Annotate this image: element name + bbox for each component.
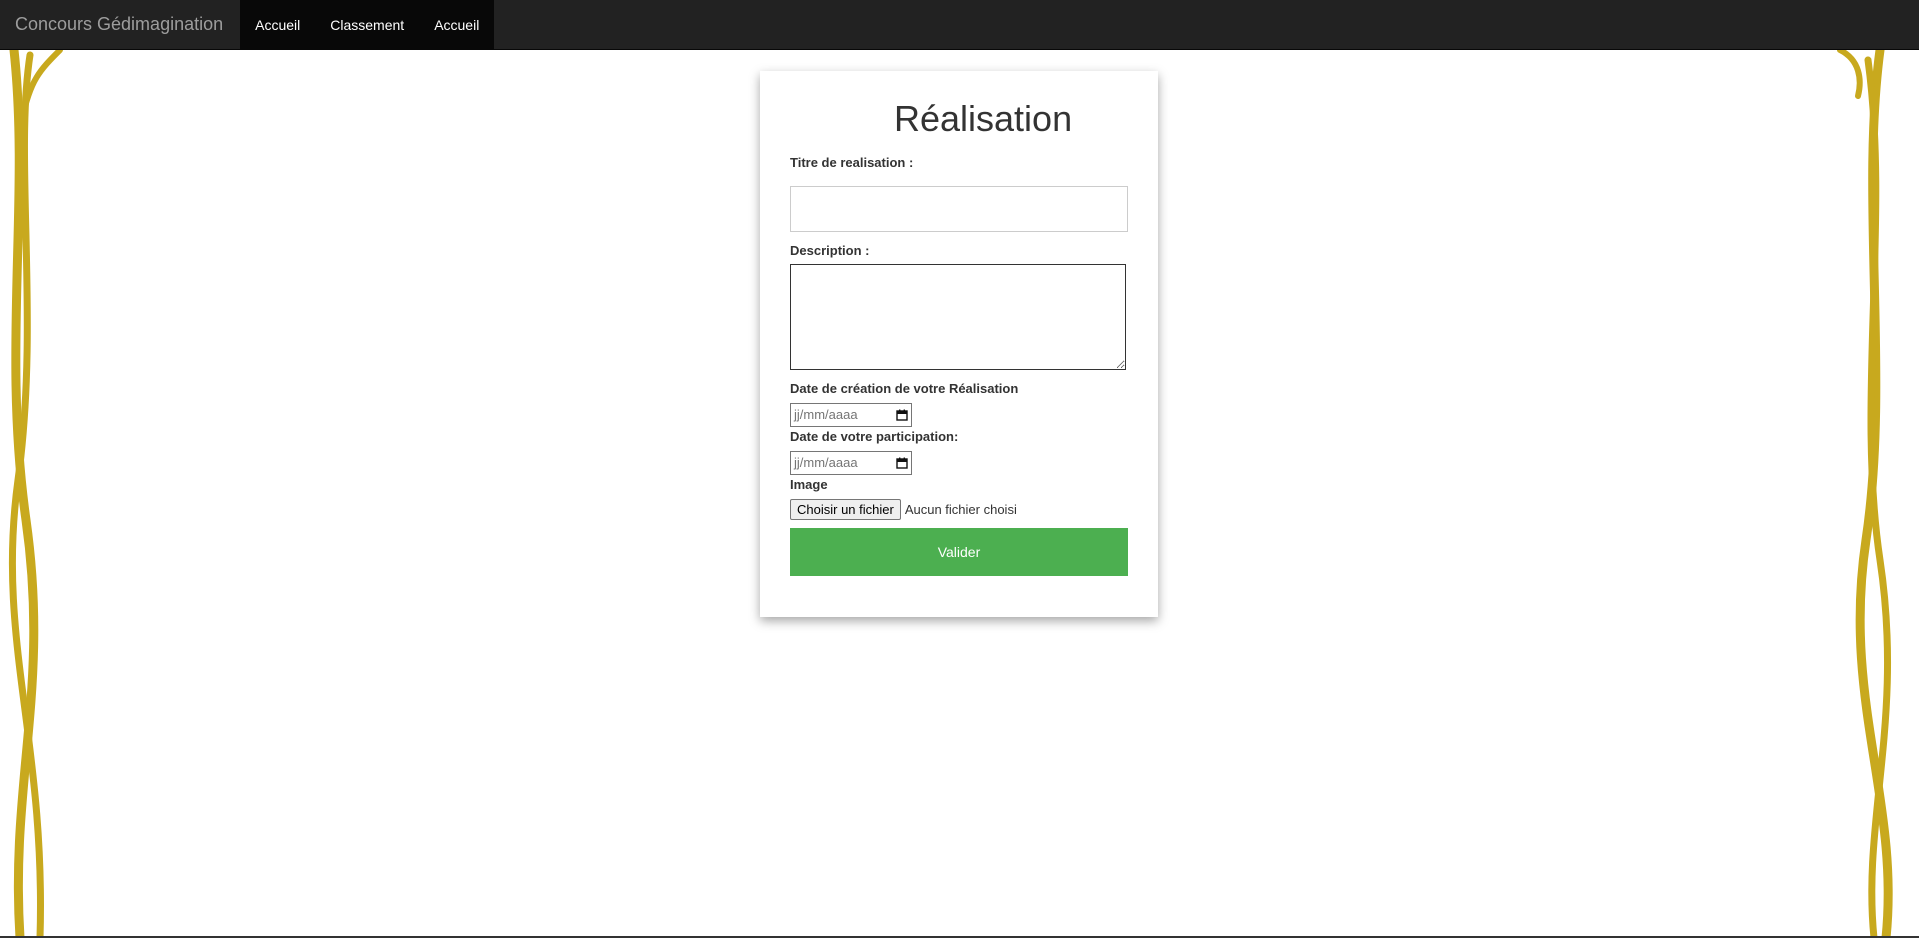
nav-item-accueil[interactable]: Accueil bbox=[240, 0, 315, 49]
nav-item-accueil-2[interactable]: Accueil bbox=[419, 0, 494, 49]
top-navbar: Concours Gédimagination Accueil Classeme… bbox=[0, 0, 1919, 50]
image-label: Image bbox=[790, 476, 828, 492]
creation-date-placeholder: jj/mm/aaaa bbox=[794, 407, 858, 423]
file-input: Choisir un fichier Aucun fichier choisi bbox=[790, 498, 1128, 520]
description-textarea[interactable] bbox=[790, 263, 1126, 370]
page: Concours Gédimagination Accueil Classeme… bbox=[0, 0, 1919, 938]
description-label: Description : bbox=[790, 242, 870, 258]
title-input[interactable] bbox=[790, 185, 1128, 232]
choose-file-button[interactable]: Choisir un fichier bbox=[790, 498, 901, 520]
file-status: Aucun fichier choisi bbox=[904, 501, 1017, 517]
nav-menu: Accueil Classement Accueil bbox=[240, 0, 495, 49]
participation-date-placeholder: jj/mm/aaaa bbox=[794, 455, 858, 471]
participation-date-input[interactable]: jj/mm/aaaa bbox=[790, 450, 912, 475]
brand-link[interactable]: Concours Gédimagination bbox=[0, 0, 238, 49]
creation-date-input[interactable]: jj/mm/aaaa bbox=[790, 402, 912, 427]
title-label: Titre de realisation : bbox=[790, 154, 914, 170]
calendar-icon[interactable] bbox=[896, 409, 908, 421]
right-ribbon-3 bbox=[1837, 47, 1863, 99]
creation-date-label: Date de création de votre Réalisation bbox=[790, 380, 1019, 396]
submit-button[interactable]: Valider bbox=[790, 527, 1128, 576]
calendar-icon[interactable] bbox=[896, 457, 908, 469]
participation-date-label: Date de votre participation: bbox=[790, 428, 959, 444]
form-title: Réalisation bbox=[894, 98, 1073, 139]
realisation-form-card: Réalisation Titre de realisation : Descr… bbox=[760, 71, 1158, 617]
nav-item-classement[interactable]: Classement bbox=[315, 0, 419, 49]
